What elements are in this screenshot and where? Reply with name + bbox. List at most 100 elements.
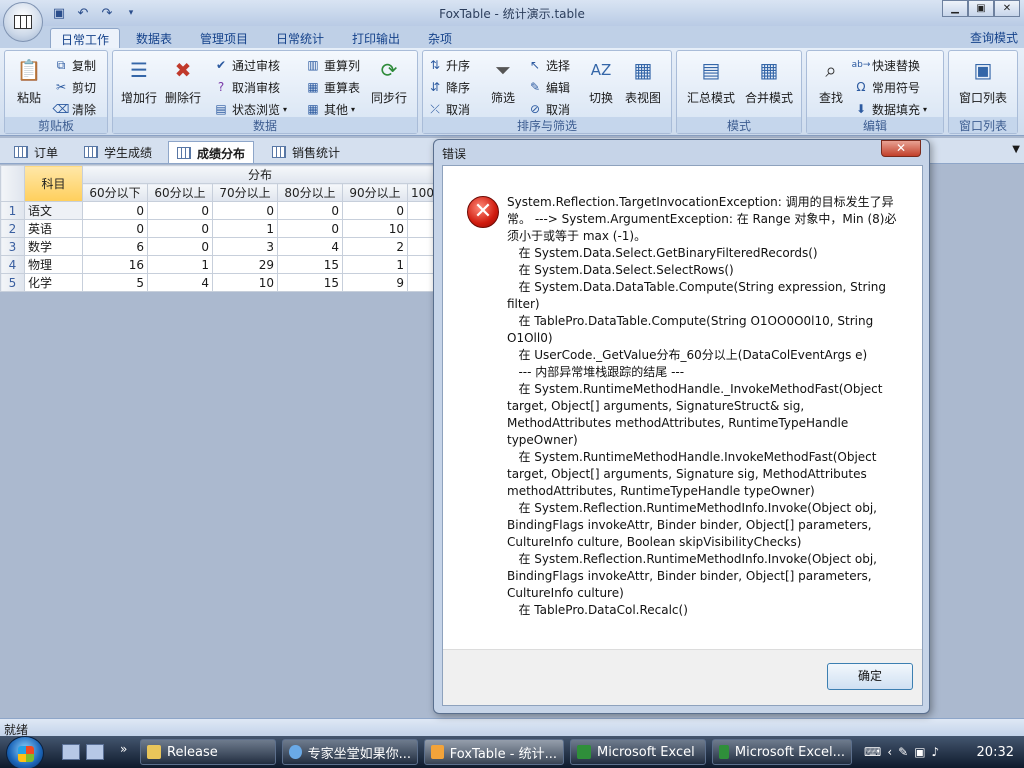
network-icon[interactable]: ▣ xyxy=(914,745,925,759)
cut-button[interactable]: ✂ 剪切 xyxy=(53,77,96,97)
find-button[interactable]: ⌕ 查找 xyxy=(809,55,853,115)
tab-list-dropdown-icon[interactable]: ▼ xyxy=(1012,144,1020,155)
cell[interactable]: 0 xyxy=(82,201,148,220)
tray-expand-icon[interactable]: ‹ xyxy=(887,745,892,759)
cell[interactable]: 10 xyxy=(342,219,408,238)
delete-row-button[interactable]: ✖ 删除行 xyxy=(161,55,205,115)
cell[interactable]: 0 xyxy=(147,219,213,238)
cell[interactable]: 0 xyxy=(212,201,278,220)
cell[interactable]: 0 xyxy=(342,201,408,220)
copy-button[interactable]: ⧉ 复制 xyxy=(53,55,96,75)
filter-button[interactable]: ⏷ 筛选 xyxy=(481,55,525,115)
volume-icon[interactable]: ♪ xyxy=(932,745,940,759)
paste-button[interactable]: 📋 粘贴 xyxy=(7,55,51,115)
cell[interactable]: 1 xyxy=(342,255,408,274)
row-number[interactable]: 2 xyxy=(0,219,25,238)
approve-button[interactable]: ✔ 通过审核 xyxy=(213,55,280,75)
sync-row-button[interactable]: ⟳ 同步行 xyxy=(367,55,411,115)
column-header[interactable]: 60分以下 xyxy=(82,183,148,202)
grid-corner[interactable] xyxy=(0,165,25,202)
taskbar-button-release[interactable]: Release xyxy=(140,739,276,765)
cell[interactable]: 3 xyxy=(212,237,278,256)
tab-data-table[interactable]: 数据表 xyxy=(126,28,182,48)
taskbar-button-browser[interactable]: 专家坐堂如果你... xyxy=(282,739,418,765)
clock[interactable]: 20:32 xyxy=(977,745,1014,760)
cell[interactable]: 9 xyxy=(342,273,408,292)
tab-misc[interactable]: 杂项 xyxy=(418,28,462,48)
dialog-close-button[interactable]: ✕ xyxy=(881,140,921,157)
row-number[interactable]: 4 xyxy=(0,255,25,274)
summary-mode-button[interactable]: ▤ 汇总模式 xyxy=(683,55,739,115)
select-button[interactable]: ↖ 选择 xyxy=(527,55,570,75)
cell[interactable]: 5 xyxy=(82,273,148,292)
tab-daily-stats[interactable]: 日常统计 xyxy=(266,28,334,48)
switch-button[interactable]: AZ 切换 xyxy=(579,55,623,115)
common-symbols-button[interactable]: Ω 常用符号 xyxy=(853,77,920,97)
cell[interactable]: 数学 xyxy=(24,237,83,256)
cell[interactable]: 6 xyxy=(82,237,148,256)
column-header-subject[interactable]: 科目 xyxy=(24,165,83,202)
merge-mode-button[interactable]: ▦ 合并模式 xyxy=(741,55,797,115)
cell[interactable]: 0 xyxy=(147,237,213,256)
pen-icon[interactable]: ✎ xyxy=(898,745,908,759)
cell[interactable]: 0 xyxy=(147,201,213,220)
tab-print-output[interactable]: 打印输出 xyxy=(342,28,410,48)
cancel-select-button[interactable]: ⊘ 取消 xyxy=(527,99,570,119)
recalc-table-button[interactable]: ▦ 重算表 xyxy=(305,77,360,97)
cell[interactable]: 2 xyxy=(342,237,408,256)
quick-replace-button[interactable]: ab→ 快速替换 xyxy=(852,55,920,75)
switch-windows-icon[interactable] xyxy=(86,744,104,760)
quick-launch-more-icon[interactable]: » xyxy=(120,742,127,756)
cell[interactable]: 0 xyxy=(82,219,148,238)
ok-button[interactable]: 确定 xyxy=(827,663,913,690)
start-button[interactable] xyxy=(6,736,44,768)
recalc-column-button[interactable]: ▥ 重算列 xyxy=(305,55,360,75)
window-list-button[interactable]: ▣ 窗口列表 xyxy=(951,55,1015,115)
cell[interactable]: 15 xyxy=(277,255,343,274)
taskbar-button-excel-1[interactable]: Microsoft Excel xyxy=(570,739,706,765)
column-header[interactable]: 60分以上 xyxy=(147,183,213,202)
status-browse-button[interactable]: ▤ 状态浏览 ▾ xyxy=(213,99,287,119)
doc-tab-score-distribution[interactable]: 成绩分布 xyxy=(168,141,255,163)
tab-manage-project[interactable]: 管理项目 xyxy=(190,28,258,48)
doc-tab-student-scores[interactable]: 学生成绩 xyxy=(76,141,160,163)
cell[interactable]: 物理 xyxy=(24,255,83,274)
cell[interactable]: 15 xyxy=(277,273,343,292)
cell[interactable]: 4 xyxy=(147,273,213,292)
cell[interactable]: 语文 xyxy=(24,201,83,220)
doc-tab-sales-stats[interactable]: 销售统计 xyxy=(264,141,348,163)
clear-button[interactable]: ⌫ 清除 xyxy=(53,99,97,119)
show-desktop-icon[interactable] xyxy=(62,744,80,760)
add-row-button[interactable]: ☰ 增加行 xyxy=(117,55,161,115)
doc-tab-orders[interactable]: 订单 xyxy=(6,141,66,163)
sort-asc-button[interactable]: ⇅ 升序 xyxy=(427,55,470,75)
cell[interactable]: 1 xyxy=(147,255,213,274)
column-header[interactable]: 80分以上 xyxy=(277,183,343,202)
minimize-icon[interactable]: ▁ xyxy=(942,0,968,17)
cell[interactable]: 化学 xyxy=(24,273,83,292)
unapprove-button[interactable]: ? 取消审核 xyxy=(213,77,280,97)
column-group-header[interactable]: 分布 xyxy=(82,165,438,184)
row-number[interactable]: 5 xyxy=(0,273,25,292)
column-header[interactable]: 90分以上 xyxy=(342,183,408,202)
taskbar-button-foxtable[interactable]: FoxTable - 统计... xyxy=(424,739,564,765)
cell[interactable]: 29 xyxy=(212,255,278,274)
close-icon[interactable]: ✕ xyxy=(994,0,1020,17)
cell[interactable]: 4 xyxy=(277,237,343,256)
cell[interactable]: 16 xyxy=(82,255,148,274)
maximize-icon[interactable]: ▣ xyxy=(968,0,994,17)
data-fill-button[interactable]: ⬇ 数据填充 ▾ xyxy=(853,99,927,119)
cell[interactable]: 1 xyxy=(212,219,278,238)
cancel-sort-button[interactable]: ⤫ 取消 xyxy=(427,99,470,119)
row-number[interactable]: 3 xyxy=(0,237,25,256)
column-header[interactable]: 70分以上 xyxy=(212,183,278,202)
table-view-button[interactable]: ▦ 表视图 xyxy=(621,55,665,115)
cell[interactable]: 英语 xyxy=(24,219,83,238)
application-menu-button[interactable] xyxy=(3,2,43,42)
query-mode-link[interactable]: 查询模式 xyxy=(970,29,1018,46)
taskbar-button-excel-2[interactable]: Microsoft Excel... xyxy=(712,739,852,765)
cell[interactable]: 0 xyxy=(277,201,343,220)
other-button[interactable]: ▦ 其他 ▾ xyxy=(305,99,355,119)
keyboard-icon[interactable]: ⌨ xyxy=(864,745,881,759)
edit-button[interactable]: ✎ 编辑 xyxy=(527,77,570,97)
